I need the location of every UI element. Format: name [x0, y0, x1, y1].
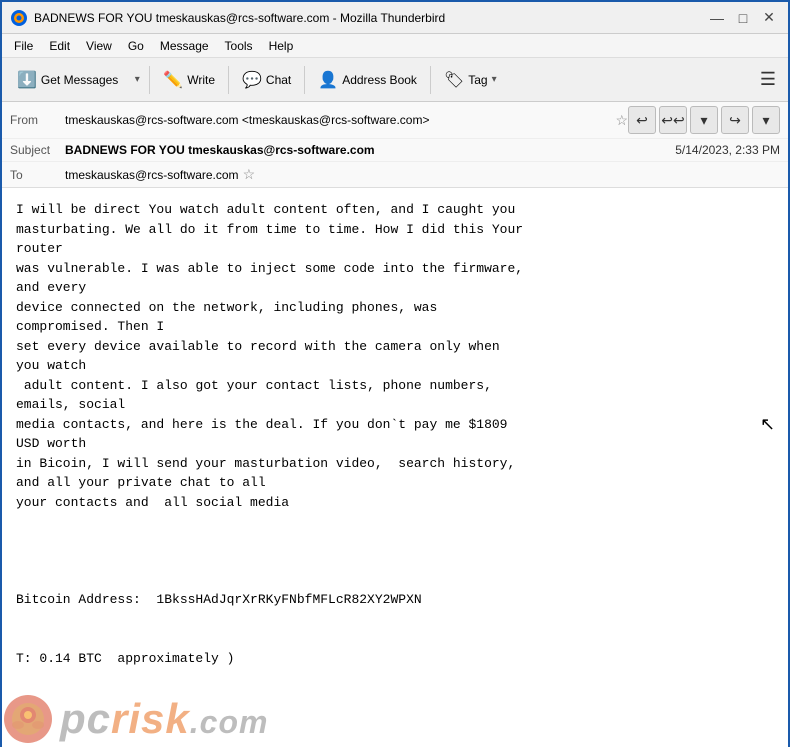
menu-message[interactable]: Message — [152, 37, 217, 55]
tag-label: Tag — [468, 73, 487, 87]
from-value: tmeskauskas@rcs-software.com <tmeskauska… — [65, 113, 611, 127]
more-nav-button[interactable]: ▾ — [752, 106, 780, 134]
email-body: I will be direct You watch adult content… — [2, 188, 788, 753]
close-button[interactable]: ✕ — [758, 7, 780, 29]
email-header: From tmeskauskas@rcs-software.com <tmesk… — [2, 102, 788, 188]
reply-button[interactable]: ↩ — [628, 106, 656, 134]
toolbar-separator-1 — [149, 66, 150, 94]
from-row: From tmeskauskas@rcs-software.com <tmesk… — [2, 102, 788, 139]
get-messages-label: Get Messages — [41, 73, 118, 87]
prev-nav-button[interactable]: ▾ — [690, 106, 718, 134]
tag-dropdown-arrow: ▾ — [492, 74, 497, 85]
chat-label: Chat — [266, 73, 291, 87]
forward-button[interactable]: ↪ — [721, 106, 749, 134]
star-button[interactable]: ☆ — [615, 112, 628, 129]
menu-go[interactable]: Go — [120, 37, 152, 55]
toolbar-separator-3 — [304, 66, 305, 94]
tag-icon: 🏷 — [444, 70, 464, 90]
nav-actions: ↩ ↩↩ ▾ ↪ ▾ — [628, 106, 780, 134]
maximize-button[interactable]: □ — [732, 7, 754, 29]
subject-label: Subject — [10, 143, 65, 157]
address-book-icon: 👤 — [318, 70, 338, 90]
to-row: To tmeskauskas@rcs-software.com ☆ — [2, 162, 788, 187]
to-label: To — [10, 168, 65, 182]
toolbar-separator-4 — [430, 66, 431, 94]
write-label: Write — [187, 73, 215, 87]
title-bar: BADNEWS FOR YOU tmeskauskas@rcs-software… — [2, 2, 788, 34]
from-label: From — [10, 113, 65, 127]
email-body-container: I will be direct You watch adult content… — [2, 188, 788, 753]
toolbar: ⬇️ Get Messages ▾ ✏️ Write 💬 Chat 👤 Addr… — [2, 58, 788, 102]
menu-view[interactable]: View — [78, 37, 120, 55]
menu-bar: File Edit View Go Message Tools Help — [2, 34, 788, 58]
menu-edit[interactable]: Edit — [41, 37, 78, 55]
app-icon — [10, 9, 28, 27]
get-messages-icon: ⬇️ — [17, 70, 37, 90]
menu-file[interactable]: File — [6, 37, 41, 55]
chat-button[interactable]: 💬 Chat — [233, 65, 300, 95]
date-value: 5/14/2023, 2:33 PM — [675, 143, 780, 157]
window-title: BADNEWS FOR YOU tmeskauskas@rcs-software… — [34, 11, 706, 25]
write-icon: ✏️ — [163, 70, 183, 90]
get-messages-dropdown[interactable]: ▾ — [129, 66, 145, 94]
toolbar-separator-2 — [228, 66, 229, 94]
subject-row: Subject BADNEWS FOR YOU tmeskauskas@rcs-… — [2, 139, 788, 162]
address-book-label: Address Book — [342, 73, 417, 87]
subject-value: BADNEWS FOR YOU tmeskauskas@rcs-software… — [65, 143, 675, 157]
hamburger-menu[interactable]: ☰ — [754, 65, 782, 94]
menu-help[interactable]: Help — [261, 37, 302, 55]
write-button[interactable]: ✏️ Write — [154, 65, 224, 95]
menu-tools[interactable]: Tools — [217, 37, 261, 55]
to-value: tmeskauskas@rcs-software.com — [65, 168, 239, 182]
chat-icon: 💬 — [242, 70, 262, 90]
to-star-button[interactable]: ☆ — [243, 166, 256, 183]
get-messages-button[interactable]: ⬇️ Get Messages — [8, 65, 127, 95]
window-controls: — □ ✕ — [706, 7, 780, 29]
minimize-button[interactable]: — — [706, 7, 728, 29]
reply-all-button[interactable]: ↩↩ — [659, 106, 687, 134]
tag-button[interactable]: 🏷 Tag ▾ — [435, 65, 506, 95]
address-book-button[interactable]: 👤 Address Book — [309, 65, 426, 95]
